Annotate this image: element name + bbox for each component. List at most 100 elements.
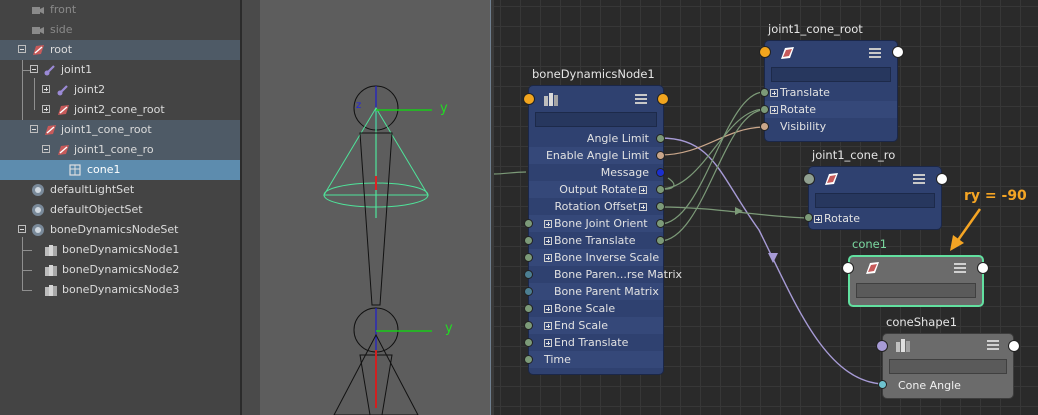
attr-end-translate[interactable]: End Translate (529, 334, 663, 351)
collapse-toggle[interactable] (18, 45, 26, 53)
input-port-time[interactable] (524, 355, 533, 364)
input-port-rotate[interactable] (804, 213, 813, 222)
node-input-port[interactable] (876, 340, 888, 352)
expand-toggle[interactable] (544, 322, 552, 330)
input-port-visibility[interactable] (760, 122, 769, 131)
node-input-port[interactable] (523, 93, 535, 105)
input-port-cone-angle[interactable] (878, 380, 887, 389)
attr-end-scale[interactable]: End Scale (529, 317, 663, 334)
bone-dynamics-node[interactable]: Angle Limit Enable Angle Limit Message O… (528, 85, 682, 375)
input-port-bone-translate[interactable] (524, 236, 533, 245)
outliner-item-joint1[interactable]: joint1 (0, 60, 240, 80)
node-search-field[interactable] (889, 359, 1007, 374)
node-output-port[interactable] (977, 262, 989, 274)
outliner-item-joint2[interactable]: joint2 (0, 80, 240, 100)
attr-enable-angle-limit[interactable]: Enable Angle Limit (529, 147, 663, 164)
node-input-port[interactable] (842, 262, 854, 274)
collapse-toggle[interactable] (18, 225, 26, 233)
node-output-port[interactable] (892, 46, 904, 58)
attribute-view-icon[interactable] (913, 173, 925, 185)
outliner-item-joint1-cone-root[interactable]: joint1_cone_root (0, 120, 240, 140)
expand-toggle[interactable] (544, 237, 552, 245)
attr-bone-translate[interactable]: Bone Translate (529, 232, 663, 249)
expand-toggle[interactable] (770, 89, 778, 97)
coneshape1-node[interactable]: Cone Angle (882, 333, 1014, 399)
input-port-bone-inverse-scale[interactable] (524, 253, 533, 262)
attribute-view-icon[interactable] (954, 262, 966, 274)
outliner-item-bone-dynamics-node1[interactable]: boneDynamicsNode1 (0, 240, 240, 260)
outliner-item-bone-dynamics-node3[interactable]: boneDynamicsNode3 (0, 280, 240, 300)
node-search-field[interactable] (815, 193, 935, 208)
input-port-end-scale[interactable] (524, 321, 533, 330)
node-search-field[interactable] (771, 67, 891, 82)
attr-bone-inverse-scale[interactable]: Bone Inverse Scale (529, 249, 663, 266)
expand-toggle[interactable] (639, 203, 647, 211)
attr-rotation-offset[interactable]: Rotation Offset (529, 198, 663, 215)
attribute-view-icon[interactable] (635, 93, 647, 105)
expand-toggle[interactable] (770, 106, 778, 114)
expand-toggle[interactable] (544, 254, 552, 262)
node-input-port[interactable] (759, 46, 771, 58)
outliner-item-bone-dynamics-node-set[interactable]: boneDynamicsNodeSet (0, 220, 240, 240)
outliner-item-bone-dynamics-node2[interactable]: boneDynamicsNode2 (0, 260, 240, 280)
attr-output-rotate[interactable]: Output Rotate (529, 181, 663, 198)
node-output-port[interactable] (936, 173, 948, 185)
attr-bone-joint-orient[interactable]: Bone Joint Orient (529, 215, 663, 232)
node-output-port[interactable] (657, 93, 669, 105)
joint1-cone-ro-node[interactable]: Rotate (808, 166, 942, 230)
output-port-message[interactable] (656, 168, 665, 177)
attr-angle-limit[interactable]: Angle Limit (529, 130, 663, 147)
attr-message[interactable]: Message (529, 164, 663, 181)
node-editor-graph[interactable]: boneDynamicsNode1 Angle Limit Enable Ang… (494, 0, 1038, 415)
node-output-port[interactable] (1008, 340, 1020, 352)
output-port[interactable] (656, 236, 665, 245)
cone1-node[interactable] (848, 255, 984, 307)
input-port-bone-parent-matrix[interactable] (524, 287, 533, 296)
expand-toggle[interactable] (544, 220, 552, 228)
collapse-toggle[interactable] (30, 65, 38, 73)
attr-translate[interactable]: Translate (765, 84, 897, 101)
outliner-item-front[interactable]: front (0, 0, 240, 20)
output-port-rotation-offset[interactable] (656, 202, 665, 211)
outliner-item-default-light-set[interactable]: defaultLightSet (0, 180, 240, 200)
attr-bone-parent-matrix[interactable]: Bone Parent Matrix (529, 283, 663, 300)
collapse-toggle[interactable] (42, 145, 50, 153)
attribute-view-icon[interactable] (987, 339, 999, 351)
expand-toggle[interactable] (544, 305, 552, 313)
attribute-view-icon[interactable] (869, 47, 881, 59)
expand-toggle[interactable] (544, 339, 552, 347)
output-port-enable-angle-limit[interactable] (656, 151, 665, 160)
expand-toggle[interactable] (814, 215, 822, 223)
outliner-item-cone1[interactable]: cone1 (0, 160, 240, 180)
input-port-bone-parent-inverse-matrix[interactable] (524, 270, 533, 279)
attr-visibility[interactable]: Visibility (765, 118, 897, 135)
node-search-field[interactable] (535, 112, 657, 127)
attr-cone-angle[interactable]: Cone Angle (883, 377, 1013, 394)
outliner-item-joint1-cone-ro[interactable]: joint1_cone_ro (0, 140, 240, 160)
expand-toggle[interactable] (42, 85, 50, 93)
attr-bone-parent-inverse-matrix[interactable]: Bone Paren...rse Matrix (529, 266, 682, 283)
input-port-bone-joint-orient[interactable] (524, 219, 533, 228)
attr-bone-scale[interactable]: Bone Scale (529, 300, 663, 317)
expand-toggle[interactable] (42, 105, 50, 113)
attr-rotate[interactable]: Rotate (809, 210, 941, 227)
outliner-item-side[interactable]: side (0, 20, 240, 40)
outliner-item-default-object-set[interactable]: defaultObjectSet (0, 200, 240, 220)
attr-rotate[interactable]: Rotate (765, 101, 897, 118)
joint1-cone-root-node[interactable]: Translate Rotate Visibility (764, 40, 898, 142)
attr-time[interactable]: Time (529, 351, 663, 368)
output-port[interactable] (656, 219, 665, 228)
outliner-item-root[interactable]: root (0, 40, 240, 60)
input-port-rotate[interactable] (760, 105, 769, 114)
output-port-angle-limit[interactable] (656, 134, 665, 143)
input-port-bone-scale[interactable] (524, 304, 533, 313)
input-port-end-translate[interactable] (524, 338, 533, 347)
node-search-field[interactable] (856, 283, 976, 298)
3d-viewport[interactable]: y y z (242, 0, 494, 415)
input-port-translate[interactable] (760, 88, 769, 97)
output-port-output-rotate[interactable] (656, 185, 665, 194)
node-input-port[interactable] (803, 173, 815, 185)
expand-toggle[interactable] (639, 186, 647, 194)
collapse-toggle[interactable] (30, 125, 38, 133)
outliner-item-joint2-cone-root[interactable]: joint2_cone_root (0, 100, 240, 120)
